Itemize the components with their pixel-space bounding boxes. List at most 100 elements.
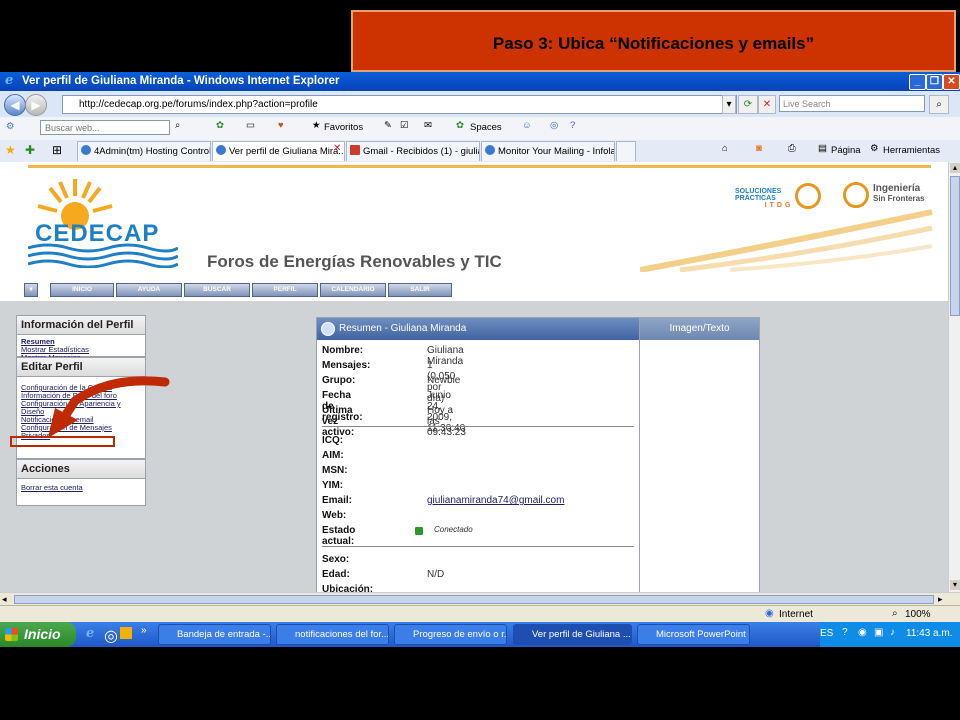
profile-separator: [322, 426, 634, 427]
refresh-button[interactable]: ⟳: [738, 95, 758, 114]
tab-hosting[interactable]: 4Admin(tm) Hosting Control ...: [77, 141, 211, 161]
tab-gmail[interactable]: Gmail - Recibidos (1) - giulian...: [346, 141, 480, 161]
pencil-icon[interactable]: ✎: [384, 120, 392, 131]
quicklaunch-ie-icon[interactable]: e: [86, 626, 94, 641]
mail-icon[interactable]: ✉: [424, 120, 432, 131]
toolbar-logo-icon: ⚙: [6, 121, 15, 132]
tray-help-icon[interactable]: ?: [842, 627, 848, 638]
task-ver-perfil[interactable]: Ver perfil de Giuliana ...: [513, 624, 632, 645]
window-icon[interactable]: ▭: [246, 120, 255, 131]
profile-separator: [322, 546, 634, 547]
nav-calendario[interactable]: CALENDARIO: [320, 283, 386, 297]
tab-favicon-icon: [485, 145, 495, 155]
tab-label: Ver perfil de Giuliana Mira...: [229, 146, 345, 157]
start-label: Inicio: [24, 626, 61, 642]
task-notificaciones[interactable]: notificaciones del for...: [276, 624, 389, 645]
nav-buscar[interactable]: BUSCAR: [184, 283, 250, 297]
profile-status-value: Conectado: [434, 525, 473, 534]
tab-ver-perfil[interactable]: Ver perfil de Giuliana Mira...: [212, 141, 345, 161]
toolbar-search-icon[interactable]: ⌕: [175, 120, 180, 131]
hscroll-thumb[interactable]: [14, 595, 934, 604]
scroll-left-icon[interactable]: ◂: [2, 594, 7, 605]
title-bar[interactable]: e Ver perfil de Giuliana Miranda - Windo…: [0, 72, 960, 91]
edit-icon[interactable]: ☑: [400, 120, 409, 131]
back-button[interactable]: ◀: [4, 94, 26, 116]
sidebar-edit-title: Editar Perfil: [17, 358, 145, 377]
heart-icon[interactable]: ♥: [278, 120, 284, 131]
page-menu[interactable]: Página: [831, 145, 861, 156]
tray-network-icon[interactable]: ◉: [858, 627, 867, 638]
print-icon[interactable]: ⎙: [788, 143, 796, 154]
feeds-icon[interactable]: ◙: [756, 143, 762, 154]
globe-icon[interactable]: ✿: [216, 120, 224, 131]
add-favorites-icon[interactable]: ✚: [25, 143, 35, 157]
stop-button[interactable]: ✕: [758, 95, 776, 114]
profile-panel: Resumen - Giuliana Miranda Nombre: Giulia…: [316, 317, 640, 592]
forward-button[interactable]: ▶: [25, 94, 47, 116]
messenger-icon[interactable]: ☺: [522, 120, 532, 131]
scroll-thumb[interactable]: [950, 176, 960, 316]
people-icon[interactable]: ◎: [550, 120, 558, 131]
help-icon[interactable]: ?: [570, 120, 575, 131]
zone-label: Internet: [779, 609, 813, 620]
window-title: Ver perfil de Giuliana Miranda - Windows…: [22, 75, 340, 87]
address-bar: ◀ ▶ http://cedecap.org.pe/forums/index.p…: [0, 91, 960, 118]
nav-inicio[interactable]: INICIO: [50, 283, 114, 297]
spaces-menu[interactable]: Spaces: [470, 122, 502, 133]
scroll-up-icon[interactable]: ▴: [950, 163, 960, 173]
online-status-icon: [415, 527, 423, 535]
maximize-button[interactable]: ❐: [926, 74, 943, 90]
favorites-center-icon[interactable]: ★: [5, 143, 16, 157]
status-bar: ◉ Internet ⌕ 100%: [0, 605, 960, 623]
sidebar-link-borrar[interactable]: Borrar esta cuenta: [17, 484, 145, 492]
windows-taskbar: Inicio e ◎ » Bandeja de entrada -... not…: [0, 622, 960, 647]
clock: 11:43 a.m.: [906, 628, 953, 639]
tab-monitor[interactable]: Monitor Your Mailing - Infolac...: [481, 141, 615, 161]
quick-tabs-icon[interactable]: ⊞: [52, 143, 62, 157]
ie-logo-icon: e: [5, 73, 14, 88]
horizontal-scrollbar[interactable]: ◂ ▸: [0, 592, 960, 606]
minimize-button[interactable]: _: [909, 74, 926, 90]
favorites-menu[interactable]: Favoritos: [324, 122, 363, 133]
tray-shield-icon[interactable]: ▣: [874, 627, 883, 638]
profile-field-label: Nombre:: [322, 345, 364, 356]
tab-label: Monitor Your Mailing - Infolac...: [498, 146, 614, 157]
quicklaunch-folder-icon[interactable]: [120, 627, 132, 639]
url-input[interactable]: http://cedecap.org.pe/forums/index.php?a…: [62, 95, 737, 114]
start-button[interactable]: Inicio: [0, 622, 76, 647]
page-icon: ▤: [818, 143, 827, 154]
profile-field-label: YIM:: [322, 480, 344, 491]
quicklaunch-more-icon[interactable]: »: [141, 625, 147, 636]
nav-salir[interactable]: SALIR: [388, 283, 452, 297]
system-tray: ES ? ◉ ▣ ♪ 11:43 a.m.: [820, 622, 960, 647]
url-dropdown-button[interactable]: ▾: [722, 95, 736, 114]
tray-volume-icon[interactable]: ♪: [890, 627, 895, 638]
search-icon[interactable]: ⌕: [929, 95, 949, 114]
red-arrow-icon: [48, 376, 170, 438]
nav-collapse-button[interactable]: ▾: [24, 283, 38, 297]
new-tab-button[interactable]: [616, 141, 636, 161]
gmail-icon: [350, 145, 360, 155]
task-bandeja[interactable]: Bandeja de entrada -...: [158, 624, 271, 645]
profile-field-label: Última vez activo:: [322, 405, 355, 438]
close-button[interactable]: ✕: [943, 74, 960, 90]
scroll-right-icon[interactable]: ▸: [938, 594, 943, 605]
vertical-scrollbar[interactable]: ▴ ▾: [948, 162, 960, 592]
profile-email-link[interactable]: giulianamiranda74@gmail.com: [427, 495, 564, 506]
spaces-icon: ✿: [456, 120, 464, 131]
task-progreso[interactable]: Progreso de envío o r...: [394, 624, 507, 645]
nav-ayuda[interactable]: AYUDA: [116, 283, 182, 297]
tools-menu[interactable]: Herramientas: [883, 145, 940, 156]
profile-field-label: Ubicación:: [322, 584, 374, 592]
home-icon[interactable]: ⌂: [722, 143, 728, 154]
zoom-level[interactable]: 100%: [905, 609, 931, 620]
scroll-down-icon[interactable]: ▾: [950, 580, 960, 590]
live-search-input[interactable]: Live Search: [779, 95, 925, 112]
toolbar-search-input[interactable]: Buscar web...: [40, 120, 170, 135]
nav-perfil[interactable]: PERFIL: [252, 283, 318, 297]
tab-close-icon[interactable]: ✕: [333, 143, 341, 154]
internet-zone-icon: ◉: [765, 608, 774, 619]
language-indicator[interactable]: ES: [820, 628, 833, 639]
quicklaunch-circle-icon[interactable]: ◎: [104, 626, 118, 646]
task-powerpoint[interactable]: Microsoft PowerPoint ...: [637, 624, 750, 645]
